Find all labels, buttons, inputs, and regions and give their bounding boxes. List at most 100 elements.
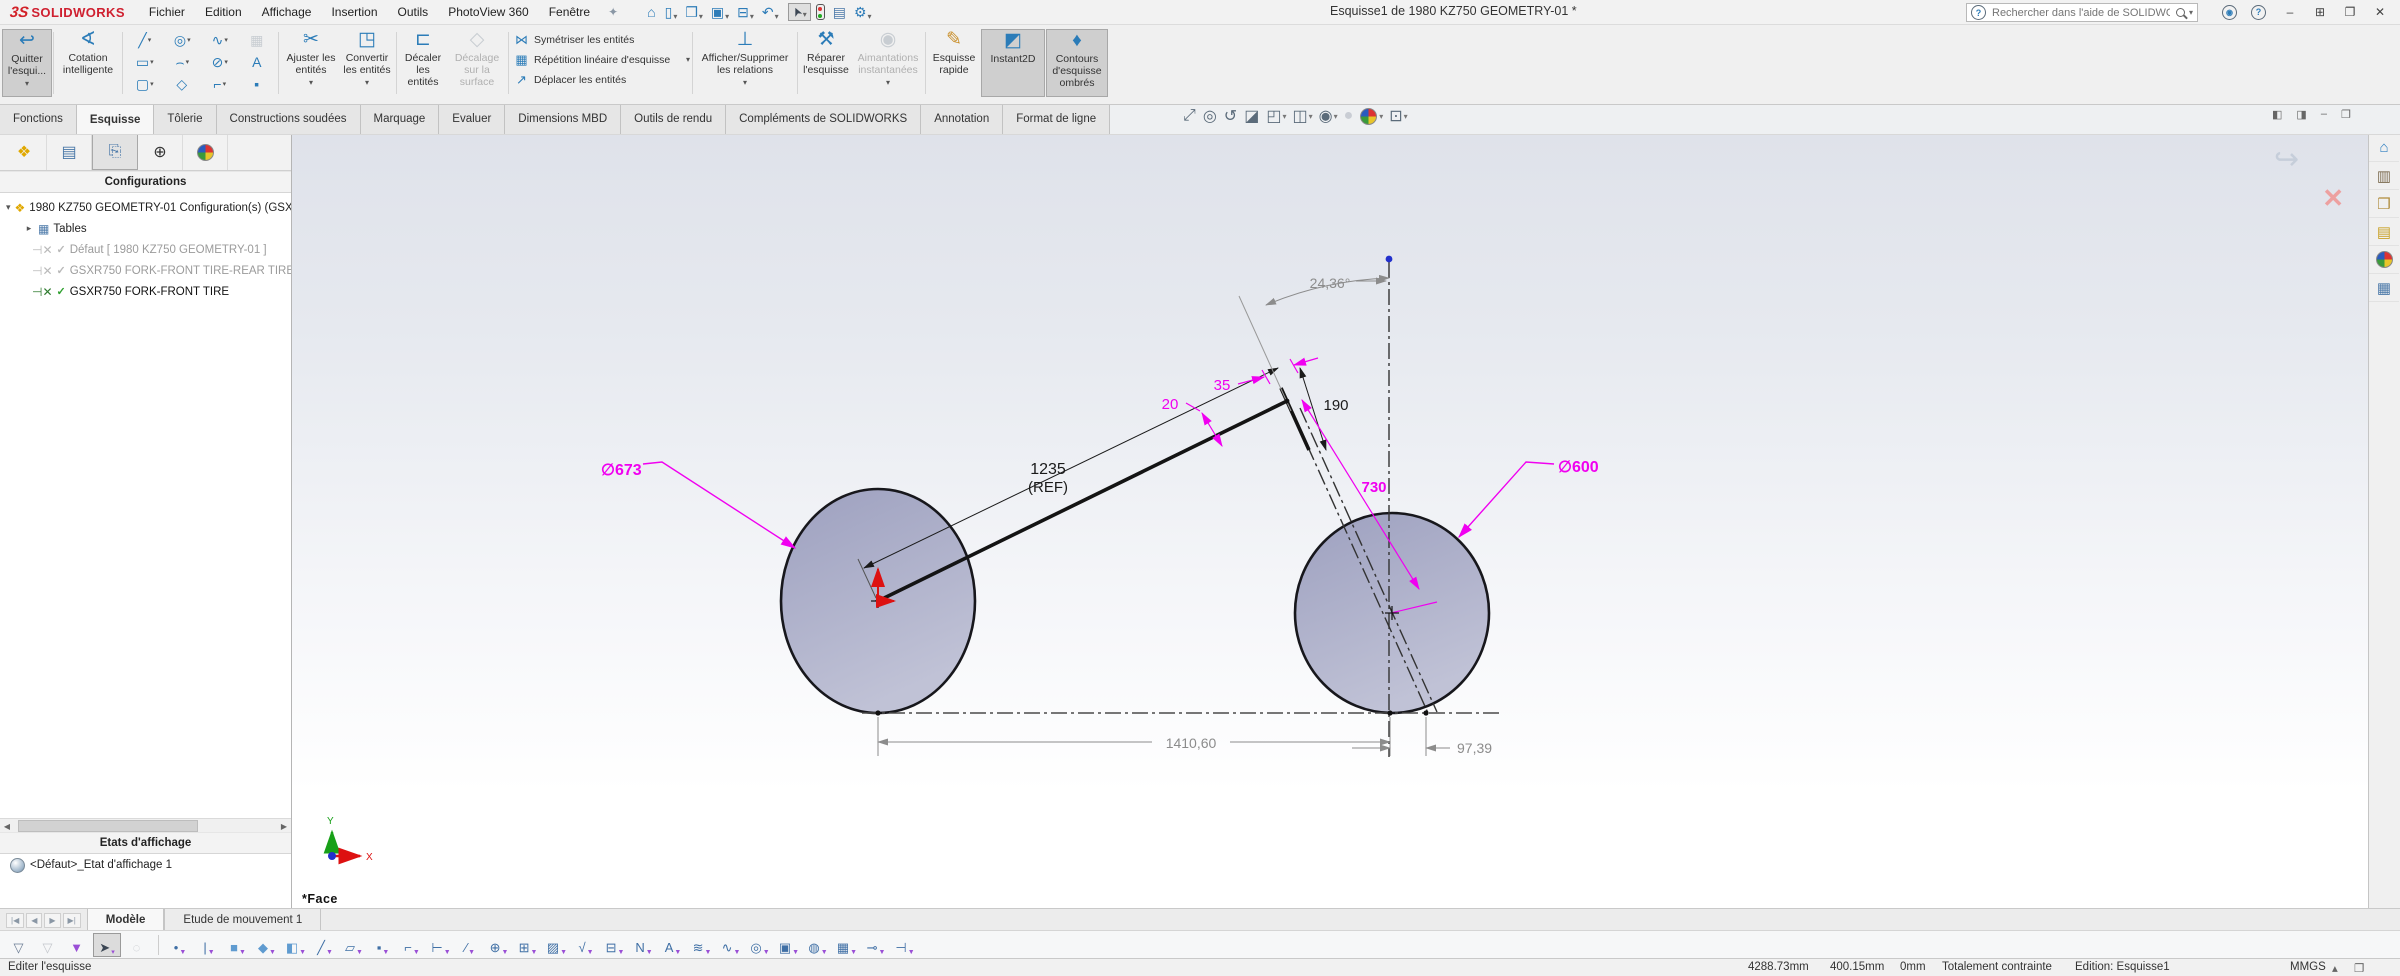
mesh-tool-icon[interactable]: ▦ <box>239 30 277 50</box>
filter-disabled-icon[interactable]: ▽ <box>35 934 61 956</box>
configurationmanager-tab[interactable]: ⎘ <box>92 134 138 170</box>
point-tool-icon[interactable]: ▪ <box>239 74 277 94</box>
repair-sketch-button[interactable]: ⚒ Réparerl'esquisse <box>801 29 851 95</box>
mirror-entities-button[interactable]: ⋈ Symétriser les entités <box>514 31 690 48</box>
filter-toggle-icon[interactable]: ▽ <box>6 934 32 956</box>
dimension-caster-angle[interactable]: 24,36° <box>1239 275 1389 411</box>
convert-entities-button[interactable]: ◳ Convertirles entités ▾ <box>340 29 394 95</box>
new-document-icon[interactable]: ▯▾ <box>662 3 681 22</box>
hide-show-items-icon[interactable]: ◉▾ <box>1319 106 1338 126</box>
task-featuremanager-icon[interactable]: ▦ <box>2369 274 2399 302</box>
pin-menu-icon[interactable]: ✦ <box>600 5 626 19</box>
select-cursor-icon[interactable]: ➤▾ <box>788 3 811 21</box>
filter-all-icon[interactable]: ▼ <box>64 934 90 956</box>
tab-complements[interactable]: Compléments de SOLIDWORKS <box>726 104 921 134</box>
separator[interactable] <box>158 935 159 955</box>
search-options-caret-icon[interactable]: ▾ <box>2189 8 2193 17</box>
tab-esquisse[interactable]: Esquisse <box>77 104 155 134</box>
tab-fonctions[interactable]: Fonctions <box>0 104 77 134</box>
filter-planes-icon[interactable]: ▱▼ <box>341 934 367 956</box>
swingarm-line[interactable] <box>876 401 1287 602</box>
filter-coordinate-systems-icon[interactable]: ⊞▼ <box>515 934 541 956</box>
doc-minimize-icon[interactable]: – <box>2321 108 2327 121</box>
filter-blocks-icon[interactable]: ▦▼ <box>834 934 860 956</box>
traffic-light-icon[interactable] <box>813 3 828 21</box>
filter-solid-bodies-icon[interactable]: ◧▼ <box>283 934 309 956</box>
dimension-wheelbase[interactable]: 1410,60 <box>878 717 1390 756</box>
dimension-trail[interactable]: 97,39 <box>1352 717 1492 756</box>
dock-button[interactable]: ⊞ <box>2310 5 2330 19</box>
section-view-icon[interactable]: ◪ <box>1244 106 1260 126</box>
linear-pattern-button[interactable]: ▦ Répétition linéaire d'esquisse ▾ <box>514 51 690 68</box>
tab-marquage[interactable]: Marquage <box>361 104 440 134</box>
menu-photoview[interactable]: PhotoView 360 <box>438 3 539 21</box>
offset-entities-button[interactable]: ⊏ Décalerlesentités <box>400 29 446 95</box>
filter-surface-finish-icon[interactable]: √▼ <box>573 934 599 956</box>
filter-routing-points-icon[interactable]: ⊣▼ <box>892 934 918 956</box>
line-tool-icon[interactable]: ╱▾ <box>126 30 164 50</box>
circle-tool-icon[interactable]: ◎▾ <box>164 30 202 50</box>
last-tab-button[interactable]: ▶| <box>63 913 81 928</box>
fillet-tool-icon[interactable]: ⌐▾ <box>201 74 239 94</box>
tab-constructions-soudees[interactable]: Constructions soudées <box>217 104 361 134</box>
cancel-sketch-icon[interactable]: ✕ <box>2322 183 2344 214</box>
filter-vertices-icon[interactable]: •▼ <box>167 934 193 956</box>
tab-annotation[interactable]: Annotation <box>921 104 1003 134</box>
filter-springs-icon[interactable]: ∿▼ <box>718 934 744 956</box>
scrollbar-thumb[interactable] <box>18 820 198 832</box>
task-appearances-icon[interactable] <box>2369 246 2399 274</box>
tree-item-config-rear-tire[interactable]: ⊣✕ ✓ GSXR750 FORK-FRONT TIRE-REAR TIRE <box>0 260 291 281</box>
filter-notes-icon[interactable]: N▼ <box>631 934 657 956</box>
home-icon[interactable]: ⌂ <box>644 3 659 21</box>
tab-dimensions-mbd[interactable]: Dimensions MBD <box>505 104 621 134</box>
smart-dimension-button[interactable]: ∢ Cotationintelligente <box>56 29 120 95</box>
polygon-tool-icon[interactable]: ◇ <box>164 74 202 94</box>
minimize-button[interactable]: – <box>2280 5 2300 19</box>
trim-entities-button[interactable]: ✂ Ajuster lesentités ▾ <box>284 29 338 95</box>
rectangle-tool-icon[interactable]: ▭▾ <box>126 52 164 72</box>
filter-balloons-icon[interactable]: ◍▼ <box>805 934 831 956</box>
zoom-to-fit-icon[interactable]: ⤢ <box>1183 107 1197 125</box>
close-button[interactable]: ✕ <box>2370 5 2390 19</box>
print-icon[interactable]: ⊟▾ <box>734 3 757 22</box>
featuremanager-tab[interactable]: ❖ <box>2 134 47 170</box>
filter-connection-points-icon[interactable]: ⊸▼ <box>863 934 889 956</box>
graphics-area[interactable]: 1235 (REF) 24,36° 190 35 20 <box>292 134 2368 908</box>
properties-icon[interactable]: ▤ <box>830 3 849 22</box>
tree-item-root[interactable]: ▾ ❖ 1980 KZ750 GEOMETRY-01 Configuration… <box>0 197 291 218</box>
spline-tool-icon[interactable]: ∿▾ <box>201 30 239 50</box>
status-units[interactable]: MMGS <box>2290 961 2326 973</box>
filter-centerlines-icon[interactable]: ⁄▼ <box>457 934 483 956</box>
filter-annotations-icon[interactable]: A▼ <box>660 934 686 956</box>
filter-surface-bodies-icon[interactable]: ◆▼ <box>254 934 280 956</box>
user-account-icon[interactable]: ◉ <box>2222 5 2237 20</box>
view-settings-icon[interactable]: ⊡▾ <box>1389 106 1407 126</box>
filter-weld-symbols-icon[interactable]: ≋▼ <box>689 934 715 956</box>
tab-outils-de-rendu[interactable]: Outils de rendu <box>621 104 726 134</box>
ellipse-tool-icon[interactable]: ⊘▾ <box>201 52 239 72</box>
dimension-front-diameter[interactable]: ∅600 <box>1459 459 1599 537</box>
first-tab-button[interactable]: |◀ <box>6 913 24 928</box>
display-relations-button[interactable]: ⊥ Afficher/Supprimerles relations ▾ <box>696 29 794 95</box>
search-input[interactable] <box>1990 6 2172 20</box>
pane-right-icon[interactable]: ◨ <box>2296 108 2306 121</box>
dimension-rear-diameter[interactable]: ∅673 <box>601 462 795 548</box>
scroll-right-icon[interactable]: ▶ <box>277 822 291 831</box>
confirm-exit-sketch-icon[interactable]: ↩ <box>2274 142 2299 177</box>
lasso-select-icon[interactable]: ◌ <box>124 934 150 956</box>
filter-sketch-segments-icon[interactable]: ⌐▼ <box>399 934 425 956</box>
display-state-item[interactable]: <Défaut>_Etat d'affichage 1 <box>0 854 291 876</box>
steering-axis-top-point[interactable] <box>1386 256 1393 263</box>
dimxpertmanager-tab[interactable]: ⊕ <box>138 134 183 170</box>
save-icon[interactable]: ▣▾ <box>708 3 732 22</box>
filter-hatches-icon[interactable]: ▨▼ <box>544 934 570 956</box>
view-orientation-icon[interactable]: ◰▾ <box>1266 106 1286 126</box>
menu-outils[interactable]: Outils <box>388 3 439 21</box>
next-tab-button[interactable]: ▶ <box>44 913 60 928</box>
tree-item-config-default[interactable]: ⊣✕ ✓ Défaut [ 1980 KZ750 GEOMETRY-01 ] <box>0 239 291 260</box>
filter-sketch-points-icon[interactable]: ▪▼ <box>370 934 396 956</box>
open-icon[interactable]: ❒▾ <box>682 3 706 22</box>
filter-origins-icon[interactable]: ⊕▼ <box>486 934 512 956</box>
slot-tool-icon[interactable]: ▢▾ <box>126 74 164 94</box>
help-icon[interactable]: ? <box>2251 5 2266 20</box>
